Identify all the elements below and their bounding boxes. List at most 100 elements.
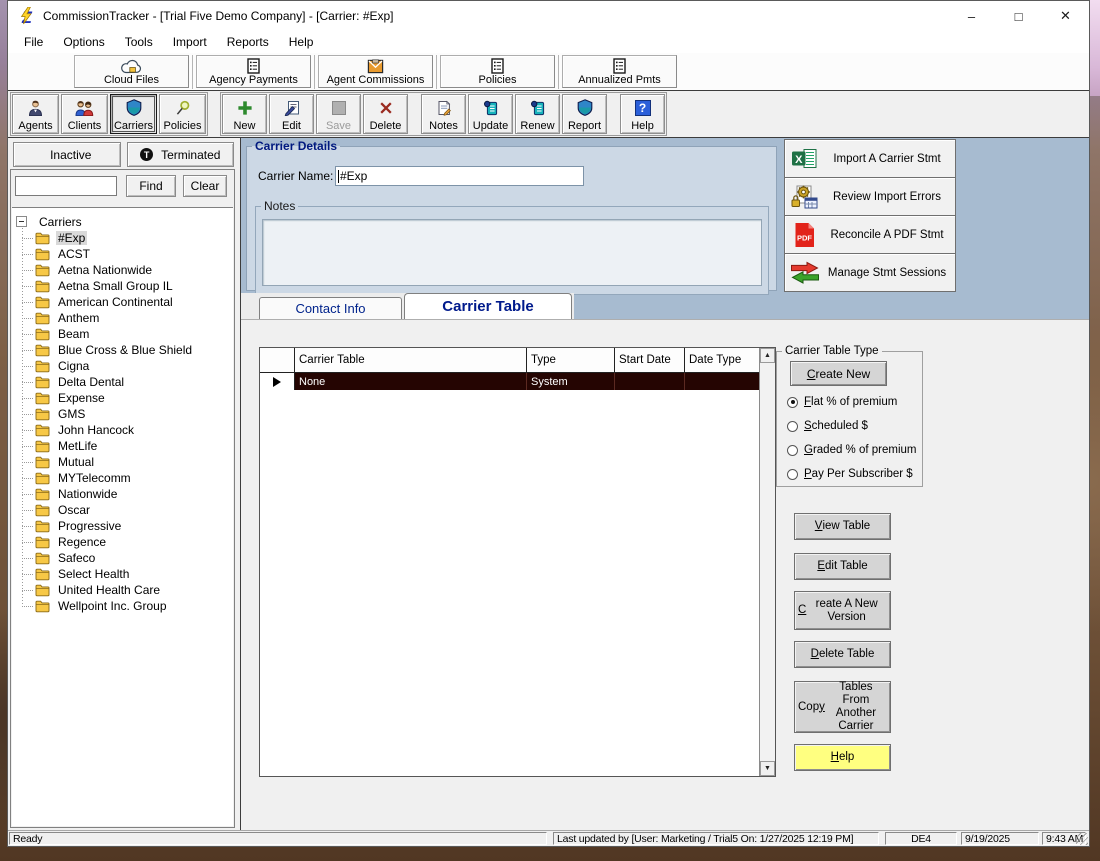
nav-carriers-button[interactable]: Carriers	[110, 94, 157, 134]
menu-file[interactable]: File	[14, 33, 53, 51]
copy-tables-from-another-carrier-button[interactable]: Cop y Tables From Another Carrier	[794, 681, 891, 733]
tree-item-united-health-care[interactable]: United Health Care	[12, 582, 233, 598]
import-a-carrier-stmt-label: Import A Carrier Stmt	[833, 152, 941, 165]
terminated-button[interactable]: T Terminated	[126, 142, 234, 167]
carrier-name-input[interactable]: #Exp	[335, 166, 584, 186]
notes-textarea[interactable]	[262, 219, 762, 286]
carrier-tree-list: Carriers #Exp ACST Aetna Nationwide Aetna S…	[12, 213, 233, 614]
action-report-button[interactable]: Report	[562, 94, 607, 134]
policies-button[interactable]: Policies	[440, 55, 555, 88]
tree-item-john-hancock[interactable]: John Hancock	[12, 422, 233, 438]
maximize-button[interactable]: □	[995, 1, 1042, 31]
agency-payments-button[interactable]: Agency Payments	[196, 55, 311, 88]
agent-commissions-button[interactable]: Agent Commissions	[318, 55, 433, 88]
status-ready: Ready	[9, 832, 547, 845]
tree-item-regence[interactable]: Regence	[12, 534, 233, 550]
action-help-button[interactable]: ? Help	[620, 94, 665, 134]
search-input[interactable]	[15, 176, 117, 196]
minimize-button[interactable]: –	[948, 1, 995, 31]
tree-item-progressive[interactable]: Progressive	[12, 518, 233, 534]
tree-item-aetna-small-group-il[interactable]: Aetna Small Group IL	[12, 278, 233, 294]
clear-button[interactable]: Clear	[183, 175, 227, 197]
tree-item-acst[interactable]: ACST	[12, 246, 233, 262]
tree-root-carriers[interactable]: Carriers	[12, 213, 233, 230]
window-title: CommissionTracker - [Trial Five Demo Com…	[43, 9, 394, 23]
background-window-sliver	[1090, 0, 1100, 96]
tree-item-blue-cross-blue-shield[interactable]: Blue Cross & Blue Shield	[12, 342, 233, 358]
edit-table-button[interactable]: Edit Table	[794, 553, 891, 580]
current-row-arrow-icon	[273, 376, 281, 387]
cell-start-date[interactable]	[615, 373, 685, 390]
scroll-up-icon[interactable]: ▲	[760, 348, 775, 363]
action-notes-button[interactable]: Notes	[421, 94, 466, 134]
tree-item-wellpoint-inc-group[interactable]: Wellpoint Inc. Group	[12, 598, 233, 614]
action-update-button[interactable]: Update	[468, 94, 513, 134]
review-import-errors-button[interactable]: Review Import Errors	[784, 177, 956, 216]
tree-item-metlife[interactable]: MetLife	[12, 438, 233, 454]
tab-contact-info[interactable]: Contact Info	[259, 297, 402, 319]
tree-item-gms[interactable]: GMS	[12, 406, 233, 422]
tree-item-mytelecomm[interactable]: MYTelecomm	[12, 470, 233, 486]
menu-import[interactable]: Import	[163, 33, 217, 51]
reconcile-a-pdf-stmt-button[interactable]: PDF Reconcile A PDF Stmt	[784, 215, 956, 254]
help-button[interactable]: Help	[794, 744, 891, 771]
menu-reports[interactable]: Reports	[217, 33, 279, 51]
close-button[interactable]: ✕	[1042, 1, 1089, 31]
edit-icon	[284, 95, 300, 120]
cell-date-type[interactable]	[685, 373, 759, 390]
action-new-button[interactable]: New	[222, 94, 267, 134]
delete-table-button[interactable]: Delete Table	[794, 641, 891, 668]
tree-item-beam[interactable]: Beam	[12, 326, 233, 342]
nav-clients-button[interactable]: Clients	[61, 94, 108, 134]
tree-item-delta-dental[interactable]: Delta Dental	[12, 374, 233, 390]
tab-strip: Contact Info Carrier Table	[241, 293, 574, 319]
grid-body: Carrier Table Type Start Date Date Type …	[260, 348, 759, 776]
cloud-files-button[interactable]: Cloud Files	[74, 55, 189, 88]
tree-item-cigna[interactable]: Cigna	[12, 358, 233, 374]
tree-item-american-continental[interactable]: American Continental	[12, 294, 233, 310]
manage-stmt-sessions-button[interactable]: Manage Stmt Sessions	[784, 253, 956, 292]
cell-carrier-table[interactable]: None	[295, 373, 527, 390]
view-table-button[interactable]: View Table	[794, 513, 891, 540]
tree-item-oscar[interactable]: Oscar	[12, 502, 233, 518]
plus-icon	[237, 95, 253, 120]
menu-tools[interactable]: Tools	[115, 33, 163, 51]
annualized-pmts-button[interactable]: Annualized Pmts	[562, 55, 677, 88]
collapse-expander-icon[interactable]	[16, 216, 27, 227]
tree-item-anthem[interactable]: Anthem	[12, 310, 233, 326]
grid-header-start-date[interactable]: Start Date	[615, 348, 685, 372]
table-row[interactable]: None System	[260, 373, 759, 390]
cell-type[interactable]: System	[527, 373, 615, 390]
tree-item-exp[interactable]: #Exp	[12, 230, 233, 246]
grid-vertical-scrollbar[interactable]: ▲ ▼	[759, 348, 775, 776]
tree-item-nationwide[interactable]: Nationwide	[12, 486, 233, 502]
import-errors-icon	[788, 184, 821, 209]
folder-icon	[35, 552, 50, 565]
grid-header-carrier-table[interactable]: Carrier Table	[295, 348, 527, 372]
folder-icon	[35, 392, 50, 405]
create-a-new-version-button[interactable]: Create A New Version	[794, 591, 891, 630]
tree-item-mutual[interactable]: Mutual	[12, 454, 233, 470]
resize-grip[interactable]	[1076, 833, 1088, 845]
inactive-button[interactable]: Inactive	[13, 142, 121, 167]
tree-item-select-health[interactable]: Select Health	[12, 566, 233, 582]
action-save-button[interactable]: Save	[316, 94, 361, 134]
find-button[interactable]: Find	[126, 175, 176, 197]
title-bar[interactable]: Σ CommissionTracker - [Trial Five Demo C…	[8, 1, 1089, 31]
grid-header-date-type[interactable]: Date Type	[685, 348, 759, 372]
nav-policies-button[interactable]: Policies	[159, 94, 206, 134]
tree-item-safeco[interactable]: Safeco	[12, 550, 233, 566]
nav-agents-button[interactable]: Agents	[12, 94, 59, 134]
tab-carrier-table[interactable]: Carrier Table	[404, 293, 572, 319]
menu-help[interactable]: Help	[279, 33, 324, 51]
scroll-down-icon[interactable]: ▼	[760, 761, 775, 776]
row-selector-cell[interactable]	[260, 373, 295, 390]
tree-item-aetna-nationwide[interactable]: Aetna Nationwide	[12, 262, 233, 278]
action-edit-button[interactable]: Edit	[269, 94, 314, 134]
action-delete-button[interactable]: Delete	[363, 94, 408, 134]
tree-item-expense[interactable]: Expense	[12, 390, 233, 406]
action-renew-button[interactable]: Renew	[515, 94, 560, 134]
menu-options[interactable]: Options	[53, 33, 114, 51]
import-a-carrier-stmt-button[interactable]: X Import A Carrier Stmt	[784, 139, 956, 178]
grid-header-type[interactable]: Type	[527, 348, 615, 372]
